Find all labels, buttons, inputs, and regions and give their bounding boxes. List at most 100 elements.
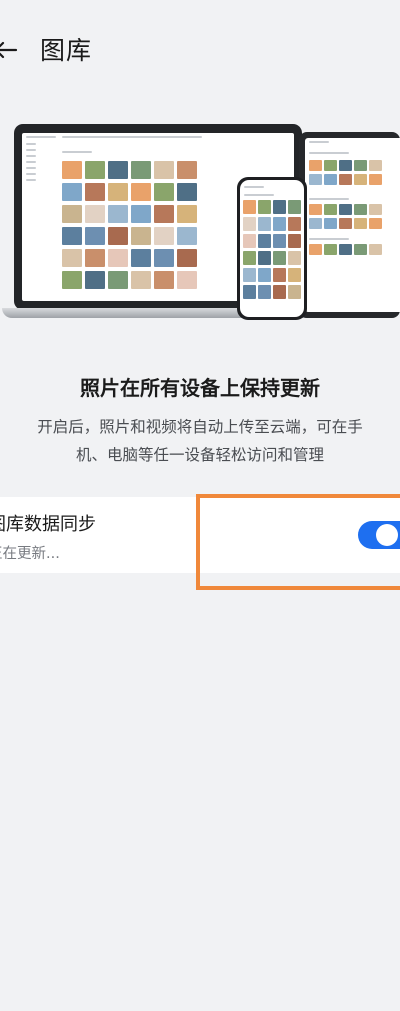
placeholder-line [26, 161, 36, 163]
photo-thumbnail [339, 218, 352, 229]
photo-thumbnail [354, 160, 367, 171]
photo-thumbnail [288, 251, 301, 265]
back-arrow-icon[interactable] [0, 38, 18, 62]
photo-thumbnail [85, 271, 105, 289]
photo-thumbnail [62, 205, 82, 223]
photo-thumbnail [154, 271, 174, 289]
photo-thumbnail [369, 218, 382, 229]
photo-thumbnail [369, 204, 382, 215]
photo-thumbnail [131, 183, 151, 201]
photo-thumbnail [273, 234, 286, 248]
placeholder-line [62, 151, 92, 153]
placeholder-line [309, 238, 349, 240]
photo-thumbnail [273, 268, 286, 282]
photo-thumbnail [131, 205, 151, 223]
placeholder-line [26, 179, 36, 181]
photo-thumbnail [258, 251, 271, 265]
photo-thumbnail [258, 268, 271, 282]
placeholder-line [309, 198, 349, 200]
placeholder-line [244, 194, 274, 196]
tablet-illustration [299, 132, 400, 318]
photo-thumbnail [85, 227, 105, 245]
photo-thumbnail [324, 204, 337, 215]
photo-thumbnail [154, 227, 174, 245]
photo-thumbnail [258, 217, 271, 231]
photo-thumbnail [154, 249, 174, 267]
photo-thumbnail [258, 200, 271, 214]
photo-thumbnail [131, 249, 151, 267]
photo-thumbnail [354, 204, 367, 215]
photo-thumbnail [62, 161, 82, 179]
description-line-1: 开启后，照片和视频将自动上传至云端，可在手 [37, 418, 363, 436]
photo-thumbnail [288, 285, 301, 299]
photo-thumbnail [62, 227, 82, 245]
placeholder-line [62, 136, 202, 138]
sync-toggle-switch[interactable] [358, 521, 400, 549]
photo-thumbnail [108, 161, 128, 179]
photo-thumbnail [369, 174, 382, 185]
photo-thumbnail [243, 200, 256, 214]
photo-thumbnail [309, 160, 322, 171]
photo-thumbnail [85, 249, 105, 267]
placeholder-line [244, 186, 264, 188]
photo-thumbnail [243, 217, 256, 231]
photo-thumbnail [309, 204, 322, 215]
app-header: 图库 [0, 0, 400, 100]
photo-thumbnail [131, 271, 151, 289]
photo-thumbnail [354, 244, 367, 255]
photo-thumbnail [154, 161, 174, 179]
sync-setting-title: 图库数据同步 [0, 514, 96, 535]
placeholder-line [26, 143, 36, 145]
photo-thumbnail [288, 268, 301, 282]
photo-thumbnail [177, 205, 197, 223]
photo-thumbnail [324, 174, 337, 185]
photo-thumbnail [288, 200, 301, 214]
photo-thumbnail [243, 251, 256, 265]
photo-thumbnail [85, 183, 105, 201]
photo-thumbnail [177, 227, 197, 245]
photo-thumbnail [243, 285, 256, 299]
photo-thumbnail [177, 183, 197, 201]
photo-thumbnail [288, 234, 301, 248]
placeholder-line [26, 149, 36, 151]
placeholder-line [26, 136, 56, 138]
photo-thumbnail [369, 160, 382, 171]
sync-setting-row[interactable]: 图库数据同步 正在更新... [0, 497, 400, 573]
photo-thumbnail [108, 205, 128, 223]
toggle-knob [376, 524, 398, 546]
description-line-2: 机、电脑等任一设备轻松访问和管理 [75, 446, 324, 464]
photo-thumbnail [288, 217, 301, 231]
placeholder-line [309, 141, 329, 143]
photo-thumbnail [354, 218, 367, 229]
placeholder-line [309, 152, 349, 154]
photo-thumbnail [339, 204, 352, 215]
sync-status-text: 正在更新... [0, 546, 60, 562]
photo-thumbnail [108, 183, 128, 201]
placeholder-line [26, 173, 36, 175]
photo-thumbnail [273, 217, 286, 231]
photo-thumbnail [131, 161, 151, 179]
photo-thumbnail [62, 183, 82, 201]
photo-thumbnail [177, 161, 197, 179]
photo-thumbnail [273, 251, 286, 265]
photo-thumbnail [131, 227, 151, 245]
photo-thumbnail [309, 174, 322, 185]
photo-thumbnail [62, 271, 82, 289]
photo-thumbnail [243, 234, 256, 248]
photo-thumbnail [177, 271, 197, 289]
photo-thumbnail [324, 244, 337, 255]
placeholder-line [26, 155, 36, 157]
photo-thumbnail [85, 205, 105, 223]
photo-thumbnail [258, 234, 271, 248]
feature-headline: 照片在所有设备上保持更新 [80, 376, 320, 400]
photo-thumbnail [324, 160, 337, 171]
photo-thumbnail [324, 218, 337, 229]
photo-thumbnail [339, 160, 352, 171]
photo-thumbnail [369, 244, 382, 255]
photo-thumbnail [154, 183, 174, 201]
photo-thumbnail [85, 161, 105, 179]
photo-thumbnail [62, 249, 82, 267]
phone-illustration [237, 177, 307, 320]
photo-thumbnail [108, 227, 128, 245]
photo-thumbnail [177, 249, 197, 267]
